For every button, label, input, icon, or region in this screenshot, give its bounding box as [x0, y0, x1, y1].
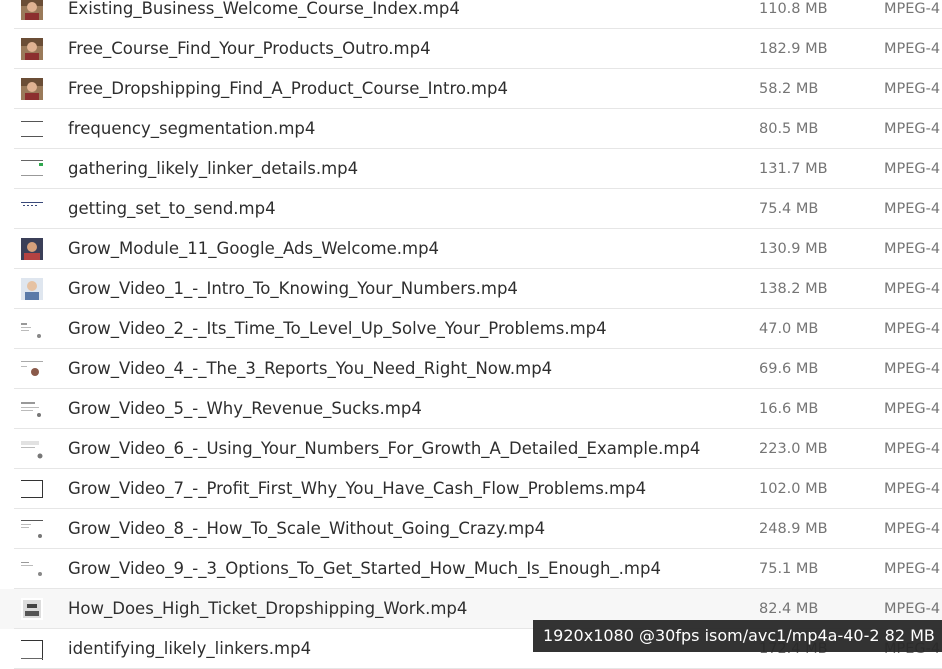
file-type: MPEG-4 — [884, 561, 941, 577]
file-name: identifying_likely_linkers.mp4 — [68, 639, 312, 658]
file-type: MPEG-4 — [884, 81, 941, 97]
file-row[interactable]: Grow_Video_6_-_Using_Your_Numbers_For_Gr… — [0, 429, 942, 469]
file-size: 223.0 MB — [759, 441, 828, 457]
file-name: Grow_Video_4_-_The_3_Reports_You_Need_Ri… — [68, 359, 553, 378]
file-type: MPEG-4 — [884, 321, 941, 337]
file-row[interactable]: Grow_Video_4_-_The_3_Reports_You_Need_Ri… — [0, 349, 942, 389]
file-size: 130.9 MB — [759, 241, 828, 257]
file-row[interactable]: Free_Dropshipping_Find_A_Product_Course_… — [0, 69, 942, 109]
file-name: gathering_likely_linker_details.mp4 — [68, 159, 359, 178]
file-name: Grow_Video_5_-_Why_Revenue_Sucks.mp4 — [68, 399, 422, 418]
file-name: Grow_Video_2_-_Its_Time_To_Level_Up_Solv… — [68, 319, 607, 338]
video-thumbnail-icon — [21, 318, 43, 340]
file-size: 102.0 MB — [759, 481, 828, 497]
file-name: frequency_segmentation.mp4 — [68, 119, 316, 138]
file-size: 138.2 MB — [759, 281, 828, 297]
file-row[interactable]: Grow_Video_9_-_3_Options_To_Get_Started_… — [0, 549, 942, 589]
file-size: 182.9 MB — [759, 41, 828, 57]
file-row[interactable]: Grow_Video_8_-_How_To_Scale_Without_Goin… — [0, 509, 942, 549]
video-thumbnail-icon — [21, 38, 43, 60]
file-size: 80.5 MB — [759, 121, 819, 137]
file-row[interactable]: Free_Course_Find_Your_Products_Outro.mp4… — [0, 29, 942, 69]
file-type: MPEG-4 — [884, 41, 941, 57]
file-type: MPEG-4 — [884, 281, 941, 297]
file-row[interactable]: Grow_Video_5_-_Why_Revenue_Sucks.mp4 16.6… — [0, 389, 942, 429]
file-row[interactable]: Grow_Video_7_-_Profit_First_Why_You_Have… — [0, 469, 942, 509]
file-type: MPEG-4 — [884, 201, 941, 217]
file-name: Existing_Business_Welcome_Course_Index.m… — [68, 0, 460, 18]
video-thumbnail-icon — [21, 638, 43, 660]
video-thumbnail-icon — [21, 78, 43, 100]
file-row[interactable]: getting_set_to_send.mp4 75.4 MB MPEG-4 — [0, 189, 942, 229]
file-type: MPEG-4 — [884, 361, 941, 377]
file-size: 47.0 MB — [759, 321, 819, 337]
video-thumbnail-icon — [21, 438, 43, 460]
file-type: MPEG-4 — [884, 481, 941, 497]
file-size: 75.1 MB — [759, 561, 819, 577]
video-thumbnail-icon — [21, 598, 43, 620]
file-size: 58.2 MB — [759, 81, 819, 97]
video-thumbnail-icon — [21, 398, 43, 420]
file-name: Grow_Video_1_-_Intro_To_Knowing_Your_Num… — [68, 279, 518, 298]
file-size: 75.4 MB — [759, 201, 819, 217]
video-thumbnail-icon — [21, 478, 43, 500]
file-list: Existing_Business_Welcome_Course_Index.m… — [0, 0, 942, 669]
file-row[interactable]: Grow_Video_1_-_Intro_To_Knowing_Your_Num… — [0, 269, 942, 309]
video-thumbnail-icon — [21, 558, 43, 580]
file-name: How_Does_High_Ticket_Dropshipping_Work.m… — [68, 599, 468, 618]
video-thumbnail-icon — [21, 278, 43, 300]
file-type: MPEG-4 — [884, 161, 941, 177]
file-name: Grow_Video_6_-_Using_Your_Numbers_For_Gr… — [68, 439, 701, 458]
file-name: Grow_Module_11_Google_Ads_Welcome.mp4 — [68, 239, 440, 258]
file-name: getting_set_to_send.mp4 — [68, 199, 276, 218]
video-thumbnail-icon — [21, 158, 43, 180]
video-thumbnail-icon — [21, 238, 43, 260]
file-type: MPEG-4 — [884, 441, 941, 457]
file-type: MPEG-4 — [884, 241, 941, 257]
file-info-tooltip: 1920x1080 @30fps isom/avc1/mp4a-40-2 82 … — [533, 620, 942, 652]
video-thumbnail-icon — [21, 118, 43, 140]
file-row[interactable]: Existing_Business_Welcome_Course_Index.m… — [0, 0, 942, 29]
file-type: MPEG-4 — [884, 521, 941, 537]
file-name: Grow_Video_8_-_How_To_Scale_Without_Goin… — [68, 519, 546, 538]
file-type: MPEG-4 — [884, 121, 941, 137]
file-size: 69.6 MB — [759, 361, 819, 377]
file-row[interactable]: frequency_segmentation.mp4 80.5 MB MPEG-4 — [0, 109, 942, 149]
file-name: Grow_Video_9_-_3_Options_To_Get_Started_… — [68, 559, 661, 578]
file-size: 248.9 MB — [759, 521, 828, 537]
video-thumbnail-icon — [21, 358, 43, 380]
video-thumbnail-icon — [21, 198, 43, 220]
file-row[interactable]: Grow_Module_11_Google_Ads_Welcome.mp4 130… — [0, 229, 942, 269]
file-row[interactable]: gathering_likely_linker_details.mp4 131.7… — [0, 149, 942, 189]
file-size: 16.6 MB — [759, 401, 819, 417]
file-row[interactable]: Grow_Video_2_-_Its_Time_To_Level_Up_Solv… — [0, 309, 942, 349]
file-name: Grow_Video_7_-_Profit_First_Why_You_Have… — [68, 479, 647, 498]
file-name: Free_Dropshipping_Find_A_Product_Course_… — [68, 79, 508, 98]
video-thumbnail-icon — [21, 0, 43, 20]
file-name: Free_Course_Find_Your_Products_Outro.mp4 — [68, 39, 431, 58]
file-type: MPEG-4 — [884, 401, 941, 417]
file-size: 110.8 MB — [759, 1, 828, 17]
file-size: 131.7 MB — [759, 161, 828, 177]
file-type: MPEG-4 — [884, 1, 941, 17]
video-thumbnail-icon — [21, 518, 43, 540]
